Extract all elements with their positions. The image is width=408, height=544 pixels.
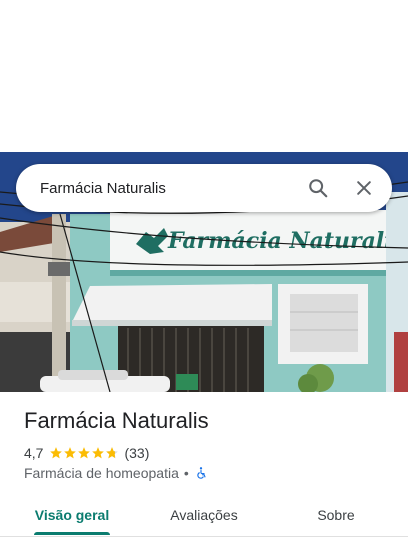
category-row: Farmácia de homeopatia • (24, 464, 208, 482)
sign-text: Farmácia Naturalis (167, 228, 405, 254)
search-button[interactable] (298, 168, 338, 208)
search-input[interactable]: Farmácia Naturalis (40, 180, 298, 197)
active-tab-indicator (34, 532, 110, 535)
rating-value: 4,7 (24, 445, 44, 461)
tab-reviews[interactable]: Avaliações (152, 496, 256, 534)
search-bar[interactable]: Farmácia Naturalis (16, 164, 392, 212)
close-button[interactable] (344, 168, 384, 208)
wheelchair-icon (197, 467, 206, 479)
star-half-icon (106, 447, 119, 459)
star-icon (50, 447, 63, 459)
tab-about[interactable]: Sobre (284, 496, 388, 534)
separator: • (183, 465, 189, 481)
rating-stars (49, 446, 119, 460)
close-icon (357, 181, 371, 195)
place-title: Farmácia Naturalis (24, 408, 209, 433)
place-category[interactable]: Farmácia de homeopatia (24, 465, 179, 481)
star-icon (78, 447, 91, 459)
search-icon (309, 179, 328, 198)
place-tabs: Visão geral Avaliações Sobre (0, 496, 408, 537)
review-count[interactable]: (33) (124, 445, 149, 461)
rating-row[interactable]: 4,7 (33) (24, 444, 149, 462)
tab-overview[interactable]: Visão geral (20, 496, 124, 534)
star-icon (92, 447, 105, 459)
star-icon (64, 447, 77, 459)
